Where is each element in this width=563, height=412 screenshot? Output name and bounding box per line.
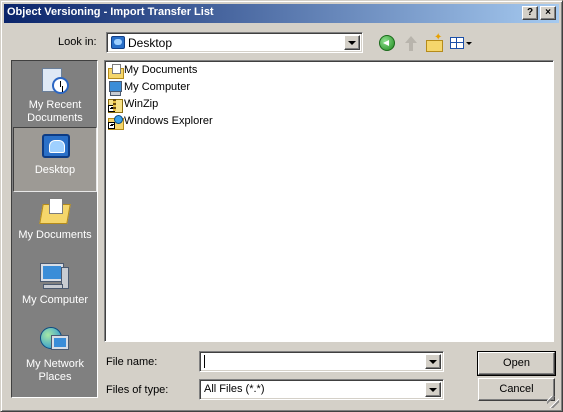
help-button[interactable]: ? — [522, 6, 538, 20]
file-list[interactable]: My Documents My Computer WinZip Windows … — [104, 60, 554, 342]
text-caret — [204, 355, 205, 368]
open-file-dialog: Object Versioning - Import Transfer List… — [0, 0, 563, 412]
place-label: My Documents — [18, 229, 92, 241]
file-name: Windows Explorer — [124, 115, 213, 127]
look-in-label: Look in: — [58, 36, 97, 48]
back-icon[interactable] — [378, 34, 396, 52]
chevron-down-icon[interactable] — [425, 382, 441, 397]
place-my-documents[interactable]: My Documents — [13, 192, 97, 257]
places-bar: My Recent Documents Desktop My Documents… — [11, 60, 98, 398]
open-button[interactable]: Open — [477, 351, 556, 376]
file-name-combo[interactable] — [199, 351, 444, 372]
desktop-icon — [40, 132, 72, 162]
explorer-shortcut-icon — [108, 115, 124, 130]
file-type-label: Files of type: — [106, 384, 169, 396]
file-name-input[interactable] — [202, 354, 422, 369]
file-name: WinZip — [124, 98, 159, 110]
place-my-network-places[interactable]: My Network Places — [13, 322, 97, 387]
my-computer-icon — [39, 261, 71, 291]
place-desktop[interactable]: Desktop — [13, 127, 97, 192]
place-my-computer[interactable]: My Computer — [13, 257, 97, 322]
chevron-down-icon[interactable] — [344, 35, 360, 50]
my-documents-icon — [39, 196, 71, 226]
title-bar[interactable]: Object Versioning - Import Transfer List… — [4, 4, 559, 23]
my-network-places-icon — [39, 326, 71, 356]
views-menu-icon[interactable] — [449, 34, 473, 52]
place-label: My Computer — [21, 294, 89, 306]
place-label: My Recent Documents — [27, 99, 83, 124]
folder-documents-icon — [108, 64, 124, 79]
look-in-value: Desktop — [128, 36, 173, 50]
recent-documents-icon — [39, 66, 71, 96]
close-button[interactable]: × — [540, 6, 556, 20]
window-title: Object Versioning - Import Transfer List — [7, 6, 214, 18]
place-label: Desktop — [34, 164, 76, 176]
file-type-value: All Files (*.*) — [204, 383, 265, 395]
file-name-label: File name: — [106, 356, 158, 368]
cancel-button[interactable]: Cancel — [478, 378, 555, 401]
new-folder-icon[interactable] — [425, 32, 443, 52]
desktop-small-icon — [111, 36, 125, 49]
resize-grip-icon[interactable] — [547, 396, 559, 408]
computer-icon — [108, 81, 123, 96]
up-folder-icon[interactable] — [402, 34, 420, 52]
place-label: My Network Places — [25, 358, 85, 383]
file-name: My Documents — [124, 64, 198, 76]
winzip-shortcut-icon — [108, 98, 123, 113]
place-my-recent-documents[interactable]: My Recent Documents — [13, 62, 97, 127]
look-in-dropdown[interactable]: Desktop — [106, 32, 363, 53]
chevron-down-icon[interactable] — [425, 354, 441, 369]
file-type-dropdown[interactable]: All Files (*.*) — [199, 379, 444, 400]
file-name: My Computer — [124, 81, 191, 93]
